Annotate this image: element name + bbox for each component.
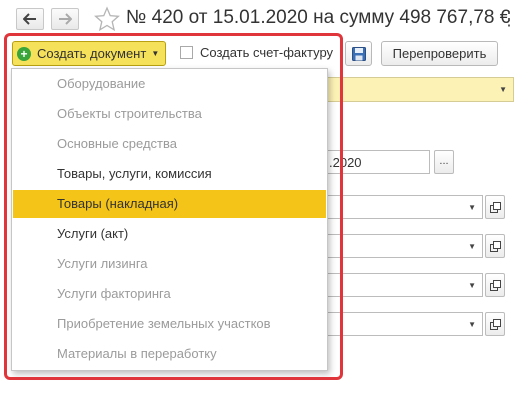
open-window-icon xyxy=(489,240,501,252)
create-document-button[interactable]: + Создать документ ▼ xyxy=(12,41,166,66)
arrow-right-icon xyxy=(59,13,72,25)
save-button[interactable] xyxy=(345,41,372,66)
menu-item-land-purchase: Приобретение земельных участков xyxy=(57,316,271,331)
back-button[interactable] xyxy=(16,8,44,30)
menu-item-construction-objects: Объекты строительства xyxy=(57,106,202,121)
checkbox-box[interactable] xyxy=(180,46,193,59)
open-button[interactable] xyxy=(485,273,505,297)
chevron-down-icon[interactable]: ▼ xyxy=(468,320,476,329)
select-field[interactable]: ▼ xyxy=(326,234,483,258)
recheck-button[interactable]: Перепроверить xyxy=(381,41,498,66)
create-invoice-checkbox[interactable]: Создать счет-фактуру xyxy=(180,45,333,60)
chevron-down-icon: ▼ xyxy=(151,49,160,58)
plus-icon: + xyxy=(17,46,31,61)
menu-item-leasing-services: Услуги лизинга xyxy=(57,256,148,271)
menu-item-fixed-assets: Основные средства xyxy=(57,136,177,151)
star-icon[interactable] xyxy=(94,6,120,32)
menu-item-goods-waybill[interactable]: Товары (накладная) xyxy=(13,190,326,218)
create-document-menu: Оборудование Объекты строительства Основ… xyxy=(11,68,328,371)
open-window-icon xyxy=(489,201,501,213)
organization-field[interactable]: ▼ xyxy=(326,77,514,102)
date-field[interactable]: .2020 xyxy=(326,150,430,174)
chevron-down-icon[interactable]: ▼ xyxy=(468,281,476,290)
forward-button[interactable] xyxy=(51,8,79,30)
open-window-icon xyxy=(489,279,501,291)
menu-item-services-act[interactable]: Услуги (акт) xyxy=(13,220,326,248)
floppy-disk-icon xyxy=(351,46,366,61)
open-button[interactable] xyxy=(485,195,505,219)
menu-item-goods-services-commission[interactable]: Товары, услуги, комиссия xyxy=(13,160,326,188)
select-field[interactable]: ▼ xyxy=(326,195,483,219)
select-field[interactable]: ▼ xyxy=(326,312,483,336)
page-title: № 420 от 15.01.2020 на сумму 498 767,78 … xyxy=(126,7,511,28)
create-invoice-label: Создать счет-фактуру xyxy=(200,45,334,60)
open-button[interactable] xyxy=(485,234,505,258)
chevron-down-icon[interactable]: ▼ xyxy=(499,85,507,94)
chevron-down-icon[interactable]: ▼ xyxy=(468,203,476,212)
create-document-label: Создать документ xyxy=(37,46,147,61)
select-field[interactable]: ▼ xyxy=(326,273,483,297)
select-date-button[interactable]: ... xyxy=(434,150,454,174)
menu-item-processing-materials: Материалы в переработку xyxy=(57,346,217,361)
more-vertical-icon[interactable]: ⋮ xyxy=(500,9,514,30)
arrow-left-icon xyxy=(23,13,36,25)
open-button[interactable] xyxy=(485,312,505,336)
menu-item-equipment: Оборудование xyxy=(57,76,146,91)
menu-item-factoring-services: Услуги факторинга xyxy=(57,286,171,301)
open-window-icon xyxy=(489,318,501,330)
chevron-down-icon[interactable]: ▼ xyxy=(468,242,476,251)
